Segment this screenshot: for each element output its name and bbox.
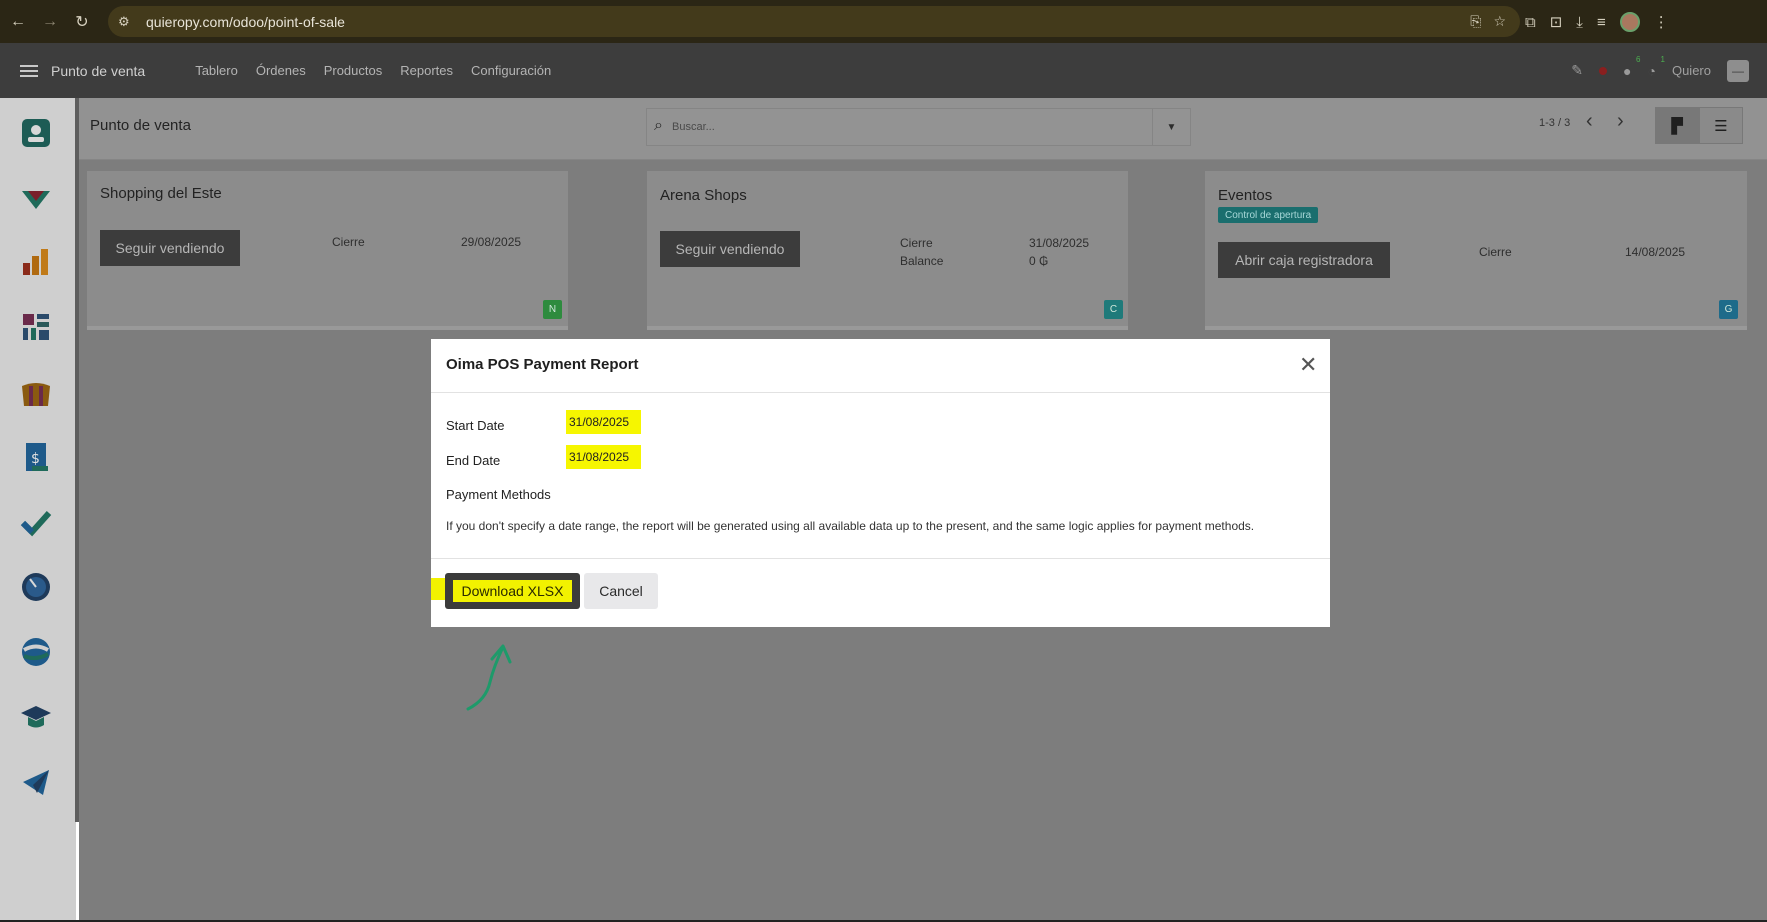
search-options-toggle[interactable]: ▼ xyxy=(1152,109,1190,145)
pos-card-title[interactable]: Arena Shops xyxy=(660,187,747,204)
address-bar[interactable]: ⚙ quieropy.com/odoo/point-of-sale ⎘ ☆ xyxy=(108,6,1520,37)
payment-report-dialog: Oima POS Payment Report ✕ Start Date 31/… xyxy=(431,339,1330,627)
tab-search-icon[interactable]: ⊡ xyxy=(1550,13,1563,31)
menu-item-tablero[interactable]: Tablero xyxy=(195,63,238,78)
extensions-icon[interactable]: ⧉ xyxy=(1525,14,1536,31)
status-dot-icon[interactable] xyxy=(1599,66,1608,75)
start-date-label: Start Date xyxy=(446,418,505,433)
email-marketing-app-icon[interactable] xyxy=(19,765,53,799)
balance-value: 0 ₲ xyxy=(1029,254,1049,268)
closing-date: 31/08/2025 xyxy=(1029,236,1090,250)
closing-date: 14/08/2025 xyxy=(1625,245,1686,259)
annotation-arrow-icon xyxy=(466,644,512,711)
bookmark-star-icon[interactable]: ☆ xyxy=(1493,13,1506,30)
profile-avatar[interactable] xyxy=(1619,12,1640,32)
status-badge: Control de apertura xyxy=(1218,207,1319,223)
search-placeholder: Buscar... xyxy=(672,121,715,133)
search-icon: ⌕ xyxy=(654,117,663,134)
user-avatar[interactable]: — xyxy=(1727,59,1749,82)
chevron-right-icon[interactable]: › xyxy=(1617,110,1624,133)
continue-selling-button[interactable]: Seguir vendiendo xyxy=(100,230,240,266)
app-name[interactable]: Punto de venta xyxy=(51,63,145,79)
close-icon[interactable]: ✕ xyxy=(1299,354,1317,376)
forward-icon[interactable]: → xyxy=(36,8,64,36)
clock-icon[interactable]: ◔ 1 xyxy=(1648,55,1665,79)
pos-card-badge: G xyxy=(1719,300,1738,319)
apps-menu-icon[interactable] xyxy=(20,64,38,77)
closing-date: 29/08/2025 xyxy=(461,235,522,249)
brush-icon[interactable]: ✎ xyxy=(1571,62,1583,79)
open-register-button[interactable]: Abrir caja registradora xyxy=(1218,242,1390,278)
kanban-view-icon[interactable]: ▛ xyxy=(1655,107,1699,144)
contacts-app-icon[interactable] xyxy=(19,116,53,150)
download-icon[interactable]: ⤓ xyxy=(1576,14,1583,31)
activities-count: 1 xyxy=(1660,54,1665,64)
more-menu-icon[interactable]: ⋮ xyxy=(1654,13,1669,31)
end-date-field[interactable]: 31/08/2025 xyxy=(566,445,642,469)
media-control-icon[interactable]: ≡ xyxy=(1597,14,1606,31)
dialog-title: Oima POS Payment Report xyxy=(446,356,639,373)
timesheet-app-icon[interactable] xyxy=(19,570,53,604)
elearning-app-icon[interactable] xyxy=(19,700,53,734)
chat-icon[interactable]: ● 6 xyxy=(1623,55,1640,79)
dialog-footer: Download XLSX Cancel xyxy=(431,558,1330,627)
pos-card-arena-shops[interactable]: Arena Shops Seguir vendiendo Cierre 31/0… xyxy=(647,171,1128,330)
discuss-app-icon[interactable] xyxy=(19,181,53,215)
menu-item-configuracion[interactable]: Configuración xyxy=(471,63,551,78)
user-name[interactable]: Quiero xyxy=(1672,63,1711,78)
breadcrumb: Punto de venta xyxy=(90,117,191,134)
pos-app-icon[interactable] xyxy=(19,376,53,410)
view-switcher: ▛ ☰ xyxy=(1655,107,1743,144)
pos-card-eventos[interactable]: Eventos Control de apertura Abrir caja r… xyxy=(1205,171,1747,330)
pos-card-title[interactable]: Shopping del Este xyxy=(100,185,222,202)
install-app-icon[interactable]: ⎘ xyxy=(1470,13,1481,30)
list-view-icon[interactable]: ☰ xyxy=(1699,107,1743,144)
search-input[interactable]: ⌕ Buscar... ▼ xyxy=(646,108,1191,146)
dialog-note: If you don't specify a date range, the r… xyxy=(446,519,1255,533)
menu-item-productos[interactable]: Productos xyxy=(324,63,383,78)
start-date-field[interactable]: 31/08/2025 xyxy=(566,410,642,434)
url-text: quieropy.com/odoo/point-of-sale xyxy=(146,13,345,30)
dialog-header: Oima POS Payment Report ✕ xyxy=(431,339,1330,393)
closing-label: Cierre xyxy=(900,236,933,250)
end-date-label: End Date xyxy=(446,453,501,468)
pos-card-title[interactable]: Eventos xyxy=(1218,187,1272,204)
chevron-left-icon[interactable]: ‹ xyxy=(1586,110,1593,133)
cancel-button[interactable]: Cancel xyxy=(584,573,658,609)
control-panel: Punto de venta ⌕ Buscar... ▼ 1-3 / 3 ‹ ›… xyxy=(79,98,1767,160)
continue-selling-button[interactable]: Seguir vendiendo xyxy=(660,231,800,267)
pos-card-badge: C xyxy=(1104,300,1123,319)
closing-label: Cierre xyxy=(332,235,365,249)
pos-card-badge: N xyxy=(543,300,562,319)
pos-card-shopping-del-este[interactable]: Shopping del Este Seguir vendiendo Cierr… xyxy=(87,171,568,330)
download-xlsx-label: Download XLSX xyxy=(452,580,573,602)
messages-count: 6 xyxy=(1636,54,1641,64)
closing-label: Cierre xyxy=(1479,245,1512,259)
project-app-icon[interactable] xyxy=(19,505,53,539)
odoo-navbar: Punto de venta Tablero Órdenes Productos… xyxy=(0,43,1767,98)
main-menu: Tablero Órdenes Productos Reportes Confi… xyxy=(195,63,551,78)
app-window: ← → ↻ ⚙ quieropy.com/odoo/point-of-sale … xyxy=(0,0,1767,922)
accounting-app-icon[interactable] xyxy=(19,635,53,669)
browser-toolbar: ← → ↻ ⚙ quieropy.com/odoo/point-of-sale … xyxy=(0,0,1767,43)
download-xlsx-button[interactable]: Download XLSX xyxy=(445,573,580,609)
svg-text:$: $ xyxy=(31,451,40,467)
balance-label: Balance xyxy=(900,254,944,268)
invoicing-app-icon[interactable]: $ xyxy=(19,440,53,474)
app-dock: $ xyxy=(0,98,76,922)
menu-item-ordenes[interactable]: Órdenes xyxy=(256,63,306,78)
site-settings-icon[interactable]: ⚙ xyxy=(118,14,136,30)
pager-value[interactable]: 1-3 / 3 xyxy=(1539,117,1570,129)
back-icon[interactable]: ← xyxy=(4,8,32,36)
dashboard-app-icon[interactable] xyxy=(19,310,53,344)
reports-app-icon[interactable] xyxy=(19,245,53,279)
payment-methods-label: Payment Methods xyxy=(446,487,551,502)
reload-icon[interactable]: ↻ xyxy=(68,8,96,36)
menu-item-reportes[interactable]: Reportes xyxy=(400,63,453,78)
